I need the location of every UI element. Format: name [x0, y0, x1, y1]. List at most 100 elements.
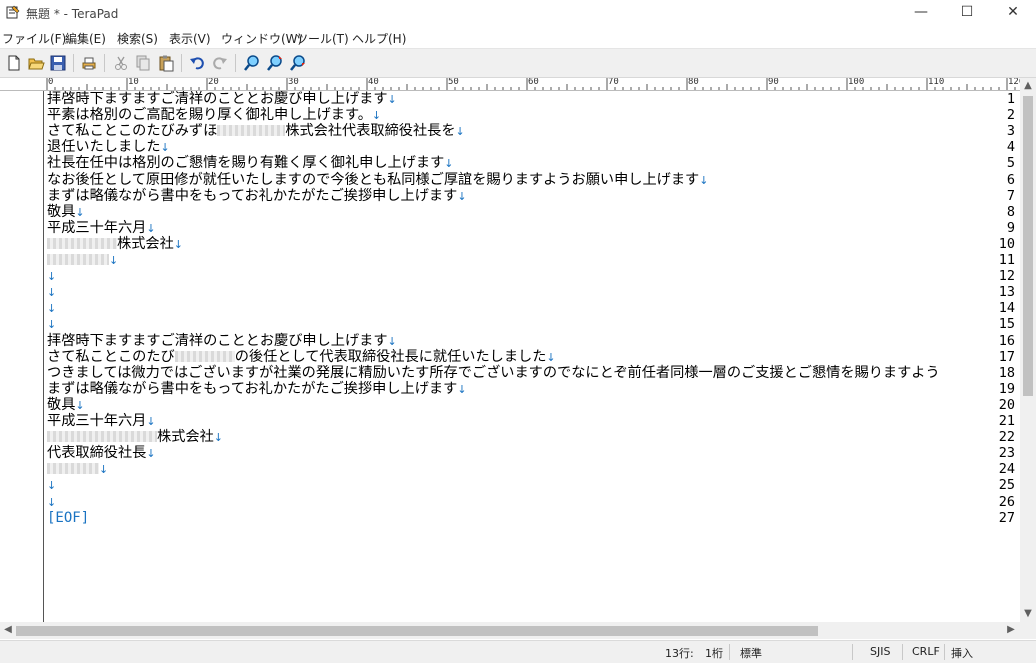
- undo-icon[interactable]: [188, 54, 206, 72]
- editor-line[interactable]: なお後任として原田修が就任いたしますので今後とも私同様ご厚誼を賜りますようお願い…: [47, 172, 708, 188]
- line-number: 10: [998, 235, 1015, 252]
- editor-line[interactable]: まずは略儀ながら書中をもってお礼かたがたご挨拶申し上げます↓: [47, 188, 467, 204]
- save-icon[interactable]: [49, 54, 67, 72]
- editor-line[interactable]: ↓: [47, 477, 56, 493]
- ruler-label: 30: [288, 78, 299, 87]
- toolbar: [0, 49, 1036, 78]
- editor-line[interactable]: 社長在任中は格別のご懇情を賜り有難く厚く御礼申し上げます↓: [47, 155, 453, 171]
- line-text: 拝啓時下ますますご清祥のこととお慶び申し上げます: [47, 332, 388, 349]
- line-number: 4: [1006, 139, 1015, 156]
- editor-line[interactable]: 代表取締役社長↓: [47, 445, 156, 461]
- editor-line[interactable]: [EOF]: [47, 510, 89, 526]
- status-newline[interactable]: CRLF: [912, 645, 940, 658]
- line-number: 24: [998, 461, 1015, 478]
- eol-mark-icon: ↓: [146, 221, 156, 235]
- redacted-text: [47, 431, 157, 443]
- line-number: 22: [998, 429, 1015, 446]
- editor-line[interactable]: ↓: [47, 252, 118, 268]
- editor-line[interactable]: ↓: [47, 300, 56, 316]
- editor-line[interactable]: ↓: [47, 316, 56, 332]
- editor-line[interactable]: さて私ことこのたびみずほ 株式会社代表取締役社長を↓: [47, 123, 465, 139]
- line-text: 拝啓時下ますますご清祥のこととお慶び申し上げます: [47, 91, 388, 107]
- editor-line[interactable]: 敬具↓: [47, 397, 85, 413]
- horizontal-scroll-thumb[interactable]: [16, 626, 818, 636]
- line-number: 8: [1006, 203, 1015, 220]
- new-file-icon[interactable]: [5, 54, 23, 72]
- editor-line[interactable]: ↓: [47, 494, 56, 510]
- editor-line[interactable]: ↓: [47, 268, 56, 284]
- eol-mark-icon: ↓: [387, 334, 397, 348]
- eol-mark-icon: ↓: [444, 157, 454, 171]
- maximize-button[interactable]: ☐: [944, 0, 990, 26]
- open-folder-icon[interactable]: [27, 54, 45, 72]
- eof-marker: [EOF]: [47, 509, 90, 526]
- eol-mark-icon: ↓: [173, 237, 183, 251]
- cut-icon[interactable]: [112, 54, 130, 72]
- search-icon[interactable]: [243, 54, 261, 72]
- scroll-down-arrow-icon[interactable]: ▼: [1020, 606, 1036, 622]
- ruler-label: 10: [128, 78, 139, 87]
- menu-help[interactable]: ヘルプ(H): [352, 30, 406, 47]
- eol-mark-icon: ↓: [47, 270, 57, 284]
- menu-view[interactable]: 表示(V): [169, 30, 211, 47]
- menu-tools[interactable]: ツール(T): [296, 30, 349, 47]
- status-encoding[interactable]: SJIS: [870, 645, 890, 658]
- editor-line[interactable]: 敬具↓: [47, 204, 85, 220]
- paste-icon[interactable]: [157, 54, 175, 72]
- search-up-icon[interactable]: [266, 54, 284, 72]
- redacted-text: [217, 125, 286, 137]
- scroll-left-arrow-icon[interactable]: ◀: [0, 622, 16, 638]
- vertical-scrollbar[interactable]: ▲ ▼: [1020, 78, 1036, 622]
- line-text: 株式会社: [157, 429, 214, 446]
- redacted-text: [47, 254, 109, 265]
- horizontal-scrollbar[interactable]: ◀ ▶: [0, 622, 1036, 639]
- redacted-text: [47, 463, 99, 475]
- editor-line[interactable]: さて私ことこのたび の後任として代表取締役社長に就任いたしました↓: [47, 349, 556, 365]
- menu-search[interactable]: 検索(S): [117, 30, 158, 47]
- search-down-icon[interactable]: [289, 54, 307, 72]
- editor-line[interactable]: 平成三十年六月↓: [47, 220, 156, 236]
- eol-mark-icon: ↓: [213, 431, 223, 445]
- editor-line[interactable]: 株式会社↓: [47, 429, 223, 445]
- eol-mark-icon: ↓: [109, 254, 119, 267]
- print-icon[interactable]: [80, 54, 98, 72]
- line-number: 21: [998, 413, 1015, 429]
- menu-edit[interactable]: 編集(E): [65, 30, 106, 47]
- scroll-up-arrow-icon[interactable]: ▲: [1020, 78, 1036, 94]
- line-text: 株式会社: [117, 235, 174, 252]
- editor-line[interactable]: 平素は格別のご高配を賜り厚く御礼申し上げます。↓: [47, 107, 381, 123]
- line-number: 25: [998, 477, 1015, 494]
- vertical-scroll-thumb[interactable]: [1023, 96, 1033, 396]
- eol-mark-icon: ↓: [387, 93, 397, 106]
- ruler-label: 70: [608, 78, 619, 87]
- editor-line[interactable]: まずは略儀ながら書中をもってお礼かたがたご挨拶申し上げます↓: [47, 381, 467, 397]
- editor-line[interactable]: 平成三十年六月↓: [47, 413, 156, 429]
- redo-icon[interactable]: [211, 54, 229, 72]
- close-button[interactable]: ✕: [990, 0, 1036, 26]
- eol-mark-icon: ↓: [47, 302, 57, 316]
- editor-line[interactable]: つきましては微力ではございますが社業の発展に精励いたす所存でございますのでなにと…: [47, 365, 940, 381]
- eol-mark-icon: ↓: [457, 189, 467, 203]
- line-number: 5: [1006, 155, 1015, 172]
- status-insert-mode[interactable]: 挿入: [951, 645, 973, 661]
- menu-file[interactable]: ファイル(F): [2, 30, 66, 47]
- editor-line[interactable]: 退任いたしました↓: [47, 139, 170, 155]
- menu-window[interactable]: ウィンドウ(W): [221, 30, 302, 47]
- editor-line[interactable]: 拝啓時下ますますご清祥のこととお慶び申し上げます↓: [47, 91, 397, 107]
- line-text: まずは略儀ながら書中をもってお礼かたがたご挨拶申し上げます: [47, 380, 458, 397]
- editor-line[interactable]: 株式会社↓: [47, 236, 183, 252]
- minimize-button[interactable]: —: [898, 0, 944, 26]
- eol-mark-icon: ↓: [47, 318, 57, 332]
- editor-line[interactable]: 拝啓時下ますますご清祥のこととお慶び申し上げます↓: [47, 333, 397, 349]
- scroll-right-arrow-icon[interactable]: ▶: [1003, 622, 1019, 638]
- eol-mark-icon: ↓: [47, 495, 57, 509]
- ruler-label: 40: [368, 78, 379, 87]
- copy-icon[interactable]: [134, 54, 152, 72]
- editor-line[interactable]: ↓: [47, 461, 108, 477]
- eol-mark-icon: ↓: [546, 350, 556, 364]
- eol-mark-icon: ↓: [699, 173, 709, 187]
- text-editor[interactable]: 1 拝啓時下ますますご清祥のこととお慶び申し上げます↓ 2 平素は格別のご高配を賜り厚…: [0, 91, 1020, 622]
- terapad-app-icon[interactable]: [6, 5, 20, 19]
- line-number: 12: [998, 268, 1015, 285]
- editor-line[interactable]: ↓: [47, 284, 56, 300]
